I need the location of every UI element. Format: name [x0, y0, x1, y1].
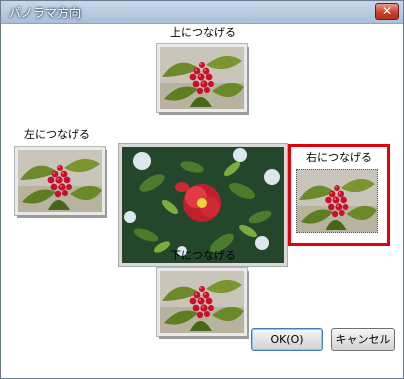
- connect-top-option[interactable]: [157, 44, 247, 112]
- title-bar: パノラマ方向 ✕: [1, 1, 403, 24]
- berries-photo-icon: [297, 170, 377, 232]
- close-icon: ✕: [381, 4, 393, 18]
- camellia-photo-icon: [122, 147, 284, 263]
- connect-left-option[interactable]: [15, 147, 105, 215]
- connect-top-label: 上につなげる: [170, 26, 236, 39]
- connect-bottom-label: 下につなげる: [170, 249, 236, 262]
- window-title: パノラマ方向: [9, 6, 82, 20]
- connect-right-label: 右につなげる: [306, 151, 372, 164]
- close-button[interactable]: ✕: [375, 3, 399, 20]
- ok-button[interactable]: OK(O): [251, 328, 323, 351]
- connect-bottom-option[interactable]: [157, 268, 247, 336]
- connect-right-option-selected[interactable]: 右につなげる: [288, 144, 390, 246]
- berries-photo-icon: [18, 150, 102, 212]
- berries-photo-icon: [160, 47, 244, 109]
- dialog-body: 上につなげる 左につなげる 右につなげる 下につなげる OK(O) キャンセル: [1, 24, 403, 378]
- connect-right-option[interactable]: [296, 169, 378, 233]
- connect-left-label: 左につなげる: [24, 128, 90, 141]
- panorama-direction-dialog: パノラマ方向 ✕ 上につなげる 左につなげる 右につなげる 下につなげる OK(…: [0, 0, 404, 379]
- cancel-button[interactable]: キャンセル: [331, 328, 395, 351]
- berries-photo-icon: [160, 271, 244, 333]
